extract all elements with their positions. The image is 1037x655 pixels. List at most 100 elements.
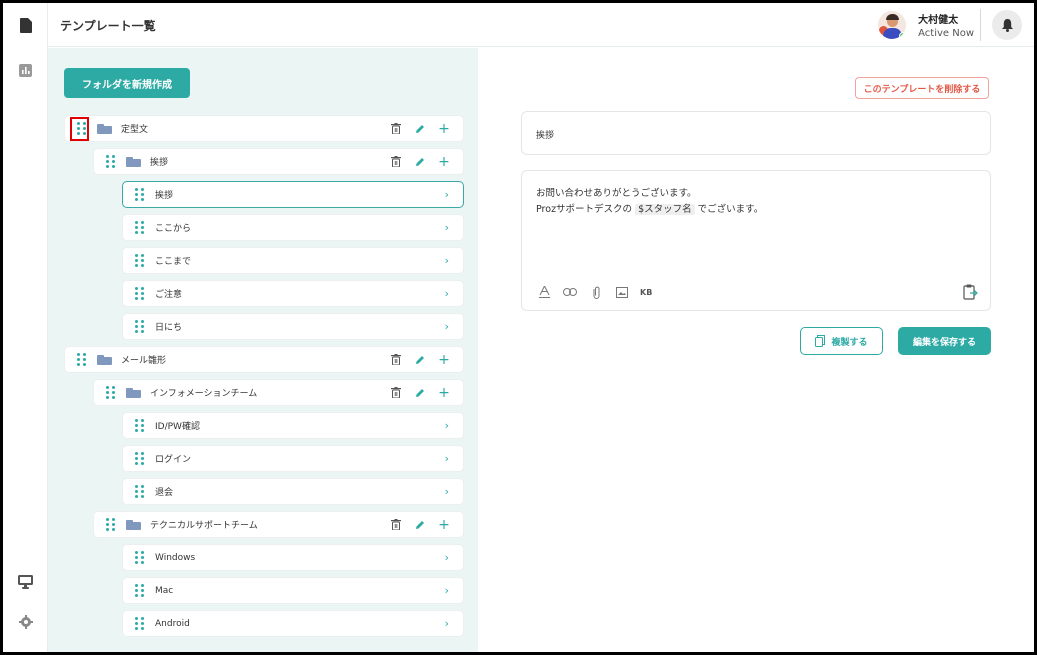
drag-handle-icon[interactable] <box>135 287 145 300</box>
row-label: 日にち <box>155 323 183 333</box>
template-tree-panel: フォルダを新規作成 定型文 + 挨拶 + 挨拶 › ここから › ここまで › … <box>48 48 478 652</box>
chevron-right-icon: › <box>444 188 449 201</box>
template-title-value: 挨拶 <box>536 131 555 141</box>
template-body-text[interactable]: お問い合わせありがとうございます。 Prozサポートデスクの $スタッフ名 でご… <box>536 186 763 218</box>
trash-icon[interactable] <box>389 122 403 136</box>
tree-template-row[interactable]: Android › <box>122 610 464 637</box>
tree-folder-row[interactable]: 挨拶 + <box>93 148 464 175</box>
highlight-box <box>70 117 89 141</box>
duplicate-button-label: 複製する <box>831 337 868 348</box>
document-icon[interactable] <box>3 10 48 40</box>
chevron-right-icon: › <box>444 551 449 564</box>
row-label: 定型文 <box>121 125 149 135</box>
knowledge-base-button[interactable]: KB <box>640 284 652 300</box>
app-window: テンプレート一覧 大村健太 Active Now フォルダを新規作成 定型文 +… <box>3 3 1034 652</box>
add-plus-icon[interactable]: + <box>437 155 451 169</box>
drag-handle-icon[interactable] <box>135 584 145 597</box>
settings-gear-icon[interactable] <box>3 607 48 637</box>
chevron-right-icon: › <box>444 617 449 630</box>
drag-handle-icon[interactable] <box>135 188 145 201</box>
user-profile[interactable]: 大村健太 Active Now <box>878 9 974 41</box>
edit-pencil-icon[interactable] <box>413 155 427 169</box>
variable-tag[interactable]: $スタッフ名 <box>635 204 695 215</box>
save-edit-button[interactable]: 編集を保存する <box>898 327 991 355</box>
tree-template-row[interactable]: 日にち › <box>122 313 464 340</box>
chevron-right-icon: › <box>444 287 449 300</box>
body-line-2-prefix: Prozサポートデスクの <box>536 204 633 215</box>
top-header: テンプレート一覧 大村健太 Active Now <box>48 3 1034 47</box>
drag-handle-icon[interactable] <box>106 518 116 531</box>
drag-handle-icon[interactable] <box>106 155 116 168</box>
tree-template-row[interactable]: ご注意 › <box>122 280 464 307</box>
folder-icon <box>97 123 112 134</box>
drag-handle-icon[interactable] <box>135 617 145 630</box>
tree-template-row[interactable]: ID/PW確認 › <box>122 412 464 439</box>
bell-icon <box>1001 18 1013 32</box>
drag-handle-icon[interactable] <box>135 419 145 432</box>
add-plus-icon[interactable]: + <box>437 122 451 136</box>
edit-pencil-icon[interactable] <box>413 353 427 367</box>
tree-folder-row[interactable]: 定型文 + <box>64 115 464 142</box>
tree-template-row-selected[interactable]: 挨拶 › <box>122 181 464 208</box>
add-plus-icon[interactable]: + <box>437 386 451 400</box>
drag-handle-icon[interactable] <box>135 452 145 465</box>
copy-icon <box>815 335 826 347</box>
trash-icon[interactable] <box>389 353 403 367</box>
tree-template-row[interactable]: ログイン › <box>122 445 464 472</box>
drag-handle-icon[interactable] <box>135 485 145 498</box>
tree-template-row[interactable]: 退会 › <box>122 478 464 505</box>
notification-button[interactable] <box>992 10 1022 40</box>
tree-template-row[interactable]: Windows › <box>122 544 464 571</box>
row-label: ここから <box>155 224 192 234</box>
tree-folder-row[interactable]: インフォメーションチーム + <box>93 379 464 406</box>
monitor-icon[interactable] <box>3 567 48 597</box>
trash-icon[interactable] <box>389 155 403 169</box>
row-label: ご注意 <box>155 290 183 300</box>
row-label: テクニカルサポートチーム <box>150 521 258 531</box>
edit-pencil-icon[interactable] <box>413 386 427 400</box>
user-status: Active Now <box>918 28 974 39</box>
trash-icon[interactable] <box>389 518 403 532</box>
chevron-right-icon: › <box>444 320 449 333</box>
drag-handle-icon[interactable] <box>135 221 145 234</box>
drag-handle-icon[interactable] <box>106 386 116 399</box>
template-body-editor[interactable]: お問い合わせありがとうございます。 Prozサポートデスクの $スタッフ名 でご… <box>521 170 991 311</box>
delete-template-button[interactable]: このテンプレートを削除する <box>855 77 989 99</box>
drag-handle-icon[interactable] <box>77 353 87 366</box>
folder-icon <box>126 387 141 398</box>
row-label: ここまで <box>155 257 192 267</box>
edit-pencil-icon[interactable] <box>413 518 427 532</box>
drag-handle-icon[interactable] <box>135 551 145 564</box>
attachment-icon[interactable] <box>588 284 604 300</box>
folder-icon <box>97 354 112 365</box>
image-icon[interactable] <box>614 284 630 300</box>
tree-folder-row[interactable]: メール雛形 + <box>64 346 464 373</box>
tree-template-row[interactable]: ここから › <box>122 214 464 241</box>
edit-pencil-icon[interactable] <box>413 122 427 136</box>
body-line-2-suffix: でございます。 <box>697 204 764 215</box>
add-plus-icon[interactable]: + <box>437 518 451 532</box>
text-format-icon[interactable] <box>536 284 552 300</box>
row-label: Windows <box>155 552 196 563</box>
clipboard-paste-icon[interactable] <box>962 284 978 300</box>
editor-toolbar: KB <box>536 284 662 300</box>
chart-icon[interactable] <box>3 55 48 85</box>
add-plus-icon[interactable]: + <box>437 353 451 367</box>
template-title-field[interactable]: 挨拶 <box>521 111 991 155</box>
body-line-1: お問い合わせありがとうございます。 <box>536 188 697 199</box>
tree-template-row[interactable]: ここまで › <box>122 247 464 274</box>
tree-folder-row[interactable]: テクニカルサポートチーム + <box>93 511 464 538</box>
new-folder-button[interactable]: フォルダを新規作成 <box>64 68 190 98</box>
avatar <box>878 11 907 39</box>
drag-handle-icon[interactable] <box>135 254 145 267</box>
link-icon[interactable] <box>562 284 578 300</box>
drag-handle-icon[interactable] <box>135 320 145 333</box>
row-label: 挨拶 <box>155 191 174 201</box>
tree-template-row[interactable]: Mac › <box>122 577 464 604</box>
body-line-2: Prozサポートデスクの $スタッフ名 でございます。 <box>536 202 763 218</box>
trash-icon[interactable] <box>389 386 403 400</box>
row-label: インフォメーションチーム <box>150 389 258 399</box>
row-label: ID/PW確認 <box>155 422 200 432</box>
page-title: テンプレート一覧 <box>60 19 156 33</box>
duplicate-button[interactable]: 複製する <box>800 327 883 355</box>
